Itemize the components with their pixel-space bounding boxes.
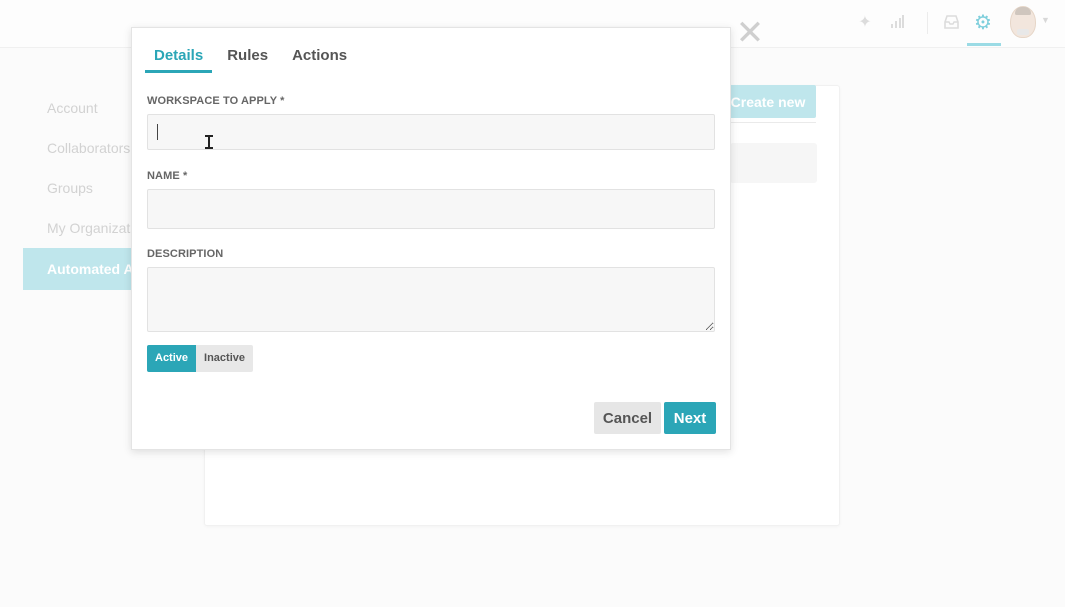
next-button[interactable]: Next [664,402,716,434]
status-toggle: Active Inactive [147,345,253,372]
workspace-input[interactable] [147,114,715,150]
topbar-divider [927,12,928,34]
divider [730,122,816,123]
active-toggle-button[interactable]: Active [147,345,197,372]
description-textarea[interactable] [147,267,715,332]
sparkle-icon[interactable]: ✦ [855,12,875,32]
create-new-button[interactable]: Create new [720,85,816,118]
inbox-icon[interactable] [941,12,961,32]
placeholder-row [730,143,817,183]
name-label: NAME * [147,170,188,182]
workspace-label: WORKSPACE TO APPLY * [147,95,285,107]
text-caret [157,124,158,140]
gear-icon[interactable]: ⚙ [973,12,993,34]
inactive-toggle-button[interactable]: Inactive [196,345,253,372]
gear-active-indicator [967,43,1001,46]
name-input[interactable] [147,189,715,229]
tab-actions[interactable]: Actions [283,40,356,73]
description-label: DESCRIPTION [147,248,224,260]
tab-details[interactable]: Details [145,40,213,73]
close-icon[interactable]: ✕ [735,16,765,50]
cancel-button[interactable]: Cancel [594,402,661,434]
signal-bars-icon[interactable] [887,12,907,32]
tab-rules[interactable]: Rules [218,40,277,73]
text-cursor-icon [205,135,213,149]
avatar[interactable] [1010,6,1036,38]
dialog-tabs: Details Rules Actions [145,40,358,73]
automation-dialog: Details Rules Actions WORKSPACE TO APPLY… [131,27,731,450]
chevron-down-icon[interactable]: ▼ [1041,15,1050,25]
